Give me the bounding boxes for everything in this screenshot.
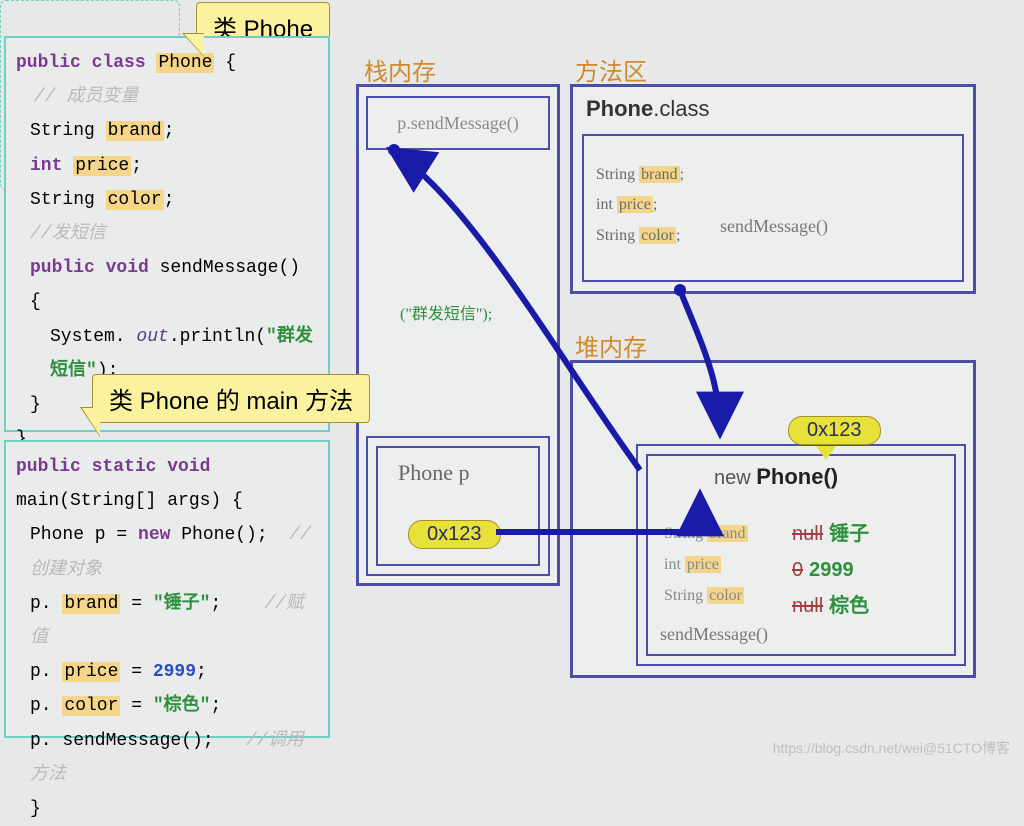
method-area-fields: String brand; int price; String color; (596, 160, 684, 251)
code-class-phone: public class Phone { // 成员变量 String bran… (4, 36, 330, 432)
method-area-classname: Phone.class (586, 96, 709, 122)
label-heap: 堆内存 (575, 328, 647, 363)
code-main-method: public static void main(String[] args) {… (4, 440, 330, 738)
stack-address: 0x123 (408, 520, 501, 549)
callout-tail (816, 446, 836, 460)
stack-frame-sendmessage: p.sendMessage() (366, 96, 550, 150)
heap-fields: String brand int price String color (664, 518, 748, 612)
stack-var-p: Phone p (398, 460, 470, 486)
stack-println-text: ("群发短信"); (400, 300, 492, 324)
method-area-sendmessage: sendMessage() (720, 216, 828, 237)
callout-tail (184, 34, 204, 56)
heap-sendmessage: sendMessage() (660, 624, 768, 645)
heap-new-phone: new Phone() (714, 464, 838, 490)
label-method-area: 方法区 (575, 52, 647, 87)
label-stack: 栈内存 (364, 52, 436, 87)
callout-main-label: 类 Phone 的 main 方法 (92, 374, 370, 423)
heap-address: 0x123 (788, 416, 881, 445)
watermark: https://blog.csdn.net/wei@51CTO博客 (773, 738, 1010, 758)
heap-values: null锤子 02999 null棕色 (792, 516, 869, 624)
callout-tail (82, 408, 100, 436)
